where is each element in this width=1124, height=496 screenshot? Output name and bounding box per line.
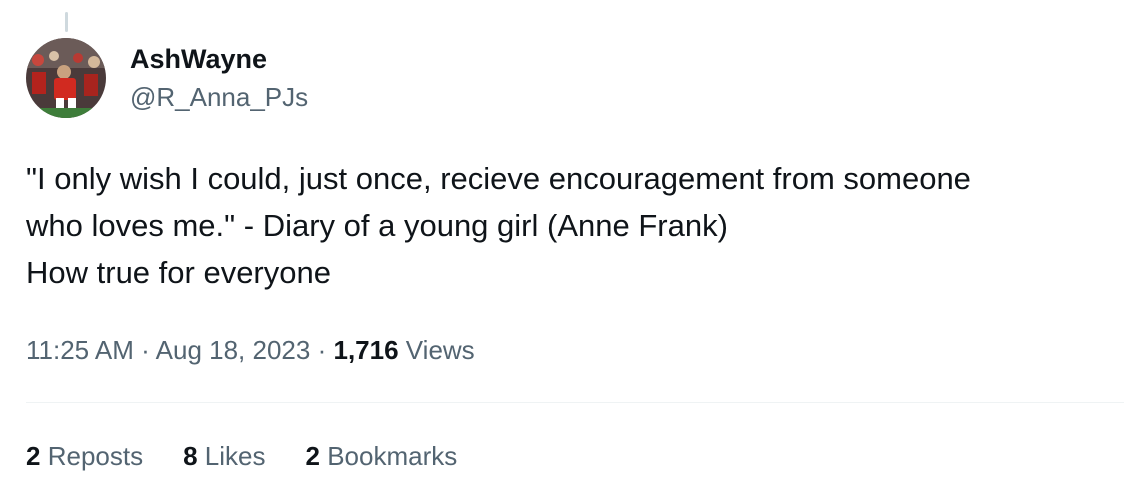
bookmarks-count: 2 bbox=[305, 441, 320, 471]
reposts-label: Reposts bbox=[47, 441, 144, 471]
tweet-date[interactable]: Aug 18, 2023 bbox=[156, 335, 311, 365]
likes-label: Likes bbox=[204, 441, 266, 471]
meta-separator: · bbox=[141, 335, 150, 365]
thread-connector-line bbox=[65, 12, 68, 32]
views-label: Views bbox=[405, 335, 475, 365]
bookmarks-label: Bookmarks bbox=[327, 441, 458, 471]
tweet-text: "I only wish I could, just once, recieve… bbox=[26, 155, 1106, 296]
reposts-count: 2 bbox=[26, 441, 41, 471]
author-handle[interactable]: @R_Anna_PJs bbox=[130, 80, 308, 114]
engagement-stats: 2 Reposts 8 Likes 2 Bookmarks bbox=[26, 438, 457, 474]
reposts-link[interactable]: 2 Reposts bbox=[26, 438, 143, 474]
tweet-text-line: How true for everyone bbox=[26, 255, 331, 290]
tweet-metadata: 11:25 AM · Aug 18, 2023 · 1,716 Views bbox=[26, 332, 475, 368]
tweet-text-line: "I only wish I could, just once, recieve… bbox=[26, 161, 971, 196]
meta-separator: · bbox=[317, 335, 327, 365]
tweet-time[interactable]: 11:25 AM bbox=[26, 335, 134, 365]
divider bbox=[26, 402, 1124, 403]
tweet-detail: AshWayne @R_Anna_PJs "I only wish I coul… bbox=[0, 0, 1124, 496]
likes-link[interactable]: 8 Likes bbox=[183, 438, 265, 474]
tweet-text-line: who loves me." - Diary of a young girl (… bbox=[26, 208, 728, 243]
likes-count: 8 bbox=[183, 441, 198, 471]
author-block: AshWayne @R_Anna_PJs bbox=[130, 42, 308, 114]
avatar-photo bbox=[26, 38, 106, 118]
views-count: 1,716 bbox=[333, 335, 399, 365]
author-display-name[interactable]: AshWayne bbox=[130, 42, 308, 76]
bookmarks-link[interactable]: 2 Bookmarks bbox=[306, 438, 458, 474]
avatar[interactable] bbox=[26, 38, 106, 118]
